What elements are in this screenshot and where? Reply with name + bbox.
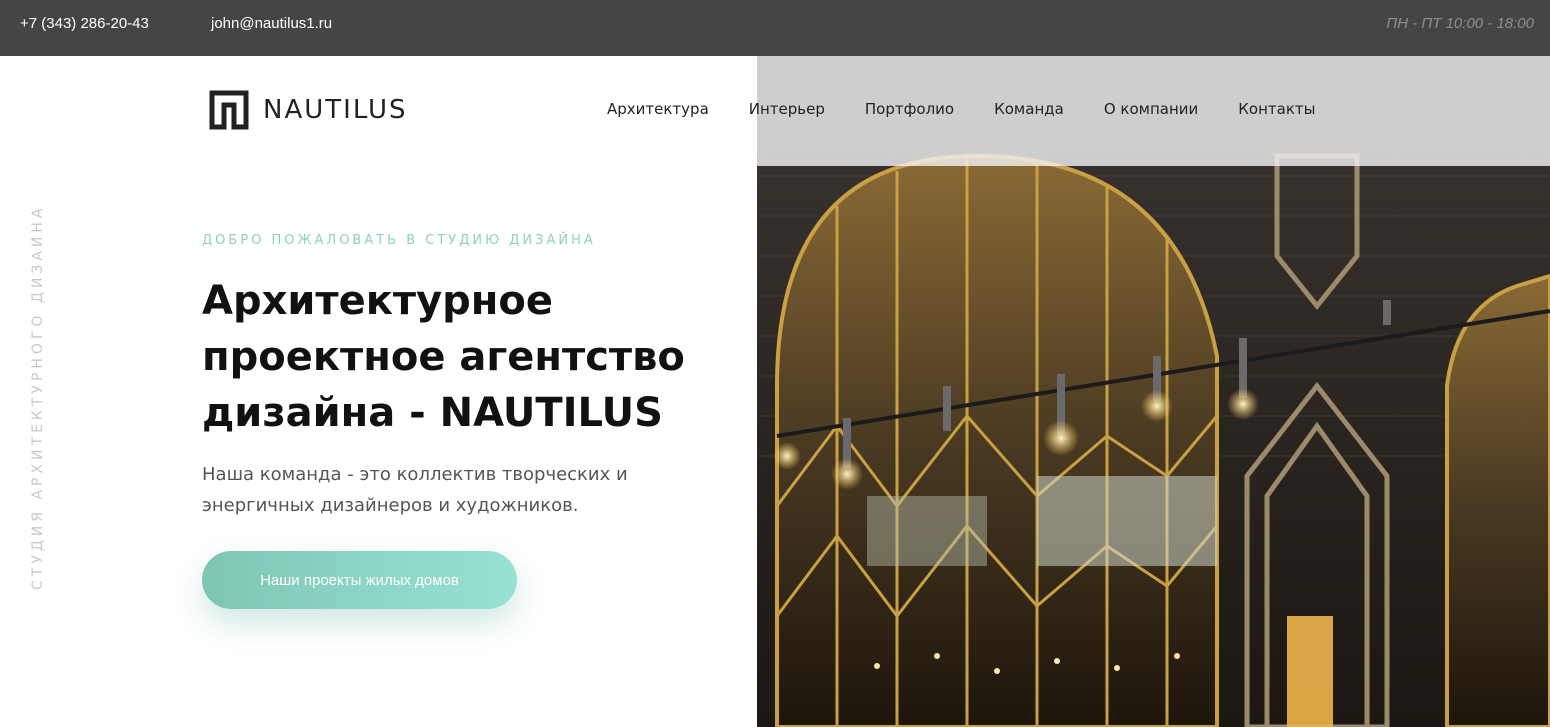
email-link[interactable]: john@nautilus1.ru xyxy=(211,15,332,32)
nav-item-team[interactable]: Команда xyxy=(994,100,1064,118)
nav-item-interior[interactable]: Интерьер xyxy=(749,100,825,118)
nav-item-portfolio[interactable]: Портфолио xyxy=(865,100,954,118)
top-bar: +7 (343) 286-20-43 john@nautilus1.ru ПН … xyxy=(0,0,1550,56)
nav-item-contacts[interactable]: Контакты xyxy=(1238,100,1315,118)
nav-item-about[interactable]: О компании xyxy=(1104,100,1198,118)
working-hours: ПН - ПТ 10:00 - 18:00 xyxy=(1386,15,1534,32)
logo-mark-icon xyxy=(209,90,249,130)
hero-eyebrow: ДОБРО ПОЖАЛОВАТЬ В СТУДИЮ ДИЗАЙНА xyxy=(202,233,596,248)
logo-text: NAUTILUS xyxy=(263,95,408,125)
side-vertical-text: СТУДИЯ АРХИТЕКТУРНОГО ДИЗАЙНА xyxy=(30,204,46,591)
nav-item-architecture[interactable]: Архитектура xyxy=(607,100,709,118)
phone-number[interactable]: +7 (343) 286-20-43 xyxy=(20,15,149,32)
main-nav: Архитектура Интерьер Портфолио Команда О… xyxy=(607,100,1315,118)
hero-lead: Наша команда - это коллектив творческих … xyxy=(202,464,628,516)
hero-headline: Архитектурное проектное агентство дизайн… xyxy=(202,278,685,436)
logo[interactable]: NAUTILUS xyxy=(209,90,408,130)
projects-cta-button[interactable]: Наши проекты жилых домов xyxy=(202,551,517,609)
